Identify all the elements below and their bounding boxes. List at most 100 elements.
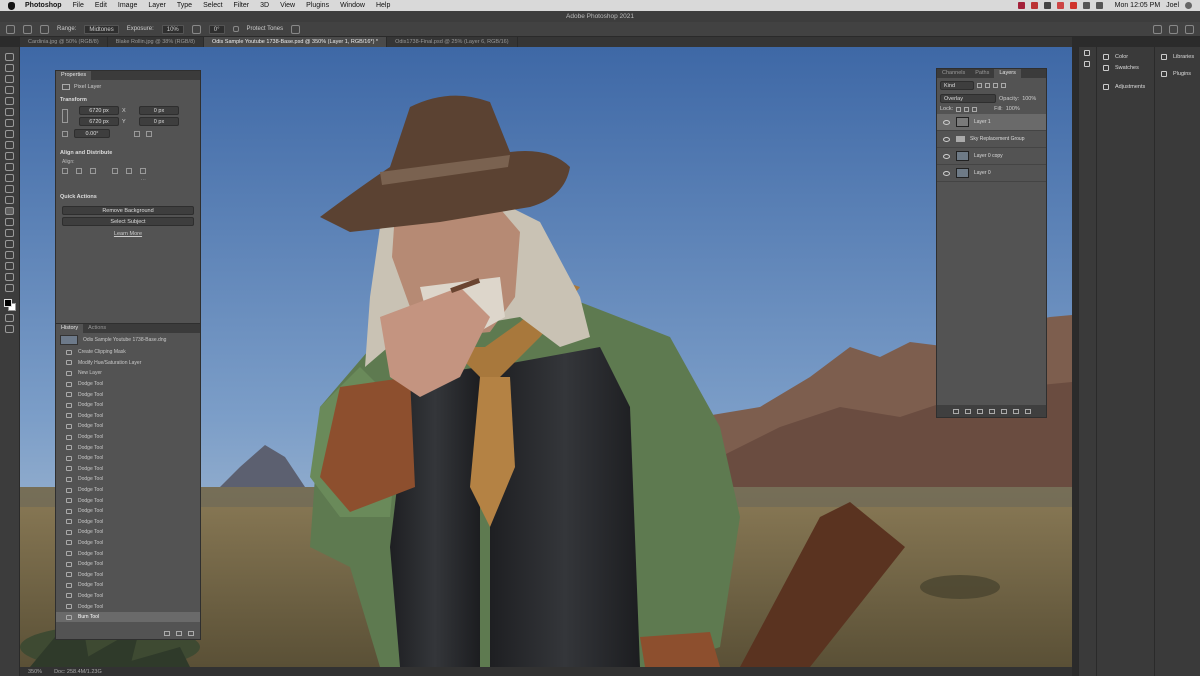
menu-image[interactable]: Image	[118, 2, 137, 9]
align-bottom-icon[interactable]	[140, 168, 146, 174]
camera-icon[interactable]	[176, 631, 182, 636]
x-field[interactable]: 0 px	[139, 106, 179, 115]
history-item[interactable]: Dodge Tool	[56, 517, 200, 528]
history-item[interactable]: Dodge Tool	[56, 485, 200, 496]
history-item[interactable]: Dodge Tool	[56, 411, 200, 422]
blend-mode-select[interactable]: Overlay	[940, 94, 996, 103]
hand-tool-icon[interactable]	[5, 262, 14, 270]
y-field[interactable]: 0 px	[139, 117, 179, 126]
dock-swatches[interactable]: Swatches	[1097, 62, 1154, 73]
quick-mask-icon[interactable]	[5, 314, 14, 322]
align-right-icon[interactable]	[90, 168, 96, 174]
dock-color[interactable]: Color	[1097, 51, 1154, 62]
menu-window[interactable]: Window	[340, 2, 365, 9]
menu-help[interactable]: Help	[376, 2, 390, 9]
history-item[interactable]: Dodge Tool	[56, 580, 200, 591]
menu-select[interactable]: Select	[203, 2, 222, 9]
dock-adjustments[interactable]: Adjustments	[1097, 81, 1154, 92]
search-icon[interactable]	[1185, 2, 1192, 9]
healing-tool-icon[interactable]	[5, 130, 14, 138]
link-icon[interactable]	[62, 109, 68, 123]
path-select-tool-icon[interactable]	[5, 240, 14, 248]
tab-actions[interactable]: Actions	[83, 324, 111, 333]
remove-background-button[interactable]: Remove Background	[62, 206, 194, 215]
select-subject-button[interactable]: Select Subject	[62, 217, 194, 226]
flip-v-icon[interactable]	[146, 130, 152, 137]
dock-layers-icon[interactable]	[1079, 47, 1096, 58]
adjustment-layer-icon[interactable]	[988, 408, 995, 414]
doc-tab-active[interactable]: Odis Sample Youtube 1738-Base.psd @ 350%…	[203, 37, 388, 47]
history-item[interactable]: Dodge Tool	[56, 538, 200, 549]
marquee-tool-icon[interactable]	[5, 64, 14, 72]
align-middle-icon[interactable]	[126, 168, 132, 174]
app-status-icon[interactable]	[1043, 2, 1051, 9]
history-item[interactable]: Burn Tool	[56, 611, 200, 623]
history-item[interactable]: Dodge Tool	[56, 591, 200, 602]
menu-3d[interactable]: 3D	[260, 2, 269, 9]
dock-libraries[interactable]: Libraries	[1155, 51, 1200, 62]
share-icon[interactable]	[1185, 25, 1194, 34]
visibility-eye-icon[interactable]	[943, 119, 950, 125]
history-item[interactable]: Dodge Tool	[56, 400, 200, 411]
angle-field[interactable]: 0.00°	[74, 129, 110, 138]
home-icon[interactable]	[6, 24, 15, 34]
tab-history[interactable]: History	[56, 324, 84, 333]
eyedropper-tool-icon[interactable]	[5, 119, 14, 127]
menu-layer[interactable]: Layer	[148, 2, 166, 9]
dodge-tool-icon[interactable]	[5, 207, 14, 215]
battery-icon[interactable]	[1095, 2, 1103, 9]
doc-tab[interactable]: Blake Rollin.jpg @ 38% (RGB/8)	[108, 37, 204, 47]
history-item[interactable]: New Layer	[56, 368, 200, 379]
filter-adjust-icon[interactable]	[985, 83, 990, 88]
eraser-tool-icon[interactable]	[5, 174, 14, 182]
airbrush-icon[interactable]	[191, 24, 201, 34]
menubar-clock[interactable]: Mon 12:05 PM	[1115, 2, 1161, 9]
wifi-icon[interactable]	[1082, 2, 1090, 9]
color-swatches[interactable]	[3, 299, 16, 311]
history-item[interactable]: Dodge Tool	[56, 569, 200, 580]
history-item[interactable]: Dodge Tool	[56, 464, 200, 475]
history-item[interactable]: Dodge Tool	[56, 559, 200, 570]
visibility-eye-icon[interactable]	[943, 136, 950, 142]
history-brush-tool-icon[interactable]	[5, 163, 14, 171]
dock-plugins[interactable]: Plugins	[1155, 68, 1200, 79]
menu-edit[interactable]: Edit	[95, 2, 107, 9]
app-status-icon[interactable]	[1056, 2, 1064, 9]
layer-name[interactable]: Layer 1	[974, 119, 991, 125]
layer-row[interactable]: Sky Replacement Group	[937, 131, 1046, 148]
opacity-field[interactable]: 100%	[1022, 96, 1036, 102]
clone-stamp-tool-icon[interactable]	[5, 152, 14, 160]
dock-paths-icon[interactable]	[1079, 58, 1096, 69]
align-section[interactable]: Align and Distribute	[56, 147, 200, 159]
new-document-icon[interactable]	[164, 631, 170, 636]
workspace-icon[interactable]	[1169, 25, 1178, 34]
menubar-user[interactable]: Joel	[1166, 2, 1179, 9]
tab-layers[interactable]: Layers	[994, 69, 1021, 78]
menu-filter[interactable]: Filter	[234, 2, 250, 9]
history-snapshot[interactable]: Odis Sample Youtube 1738-Base.dng	[56, 333, 200, 347]
lock-position-icon[interactable]	[964, 106, 970, 112]
layer-name[interactable]: Layer 0 copy	[974, 153, 1003, 159]
tab-channels[interactable]: Channels	[937, 69, 970, 78]
history-item[interactable]: Dodge Tool	[56, 601, 200, 612]
history-item[interactable]: Dodge Tool	[56, 379, 200, 390]
dodge-tool-icon[interactable]	[23, 24, 32, 34]
history-item[interactable]: Dodge Tool	[56, 453, 200, 464]
app-status-icon[interactable]	[1069, 2, 1077, 9]
tab-properties[interactable]: Properties	[56, 71, 92, 80]
doc-size[interactable]: Doc: 258.4M/1.23G	[54, 669, 102, 675]
history-item[interactable]: Dodge Tool	[56, 548, 200, 559]
height-field[interactable]: 6720 px	[79, 117, 119, 126]
menu-app[interactable]: Photoshop	[25, 2, 62, 9]
history-item[interactable]: Dodge Tool	[56, 474, 200, 485]
screen-mode-icon[interactable]	[5, 325, 14, 333]
crop-tool-icon[interactable]	[5, 97, 14, 105]
learn-more-link[interactable]: Learn More	[56, 228, 200, 240]
lock-pixels-icon[interactable]	[956, 106, 962, 112]
trash-icon[interactable]	[188, 631, 194, 636]
new-group-icon[interactable]	[1000, 408, 1007, 414]
blur-tool-icon[interactable]	[5, 196, 14, 204]
layer-name[interactable]: Layer 0	[974, 170, 991, 176]
fx-icon[interactable]	[964, 408, 971, 414]
search-icon[interactable]	[1153, 25, 1162, 34]
